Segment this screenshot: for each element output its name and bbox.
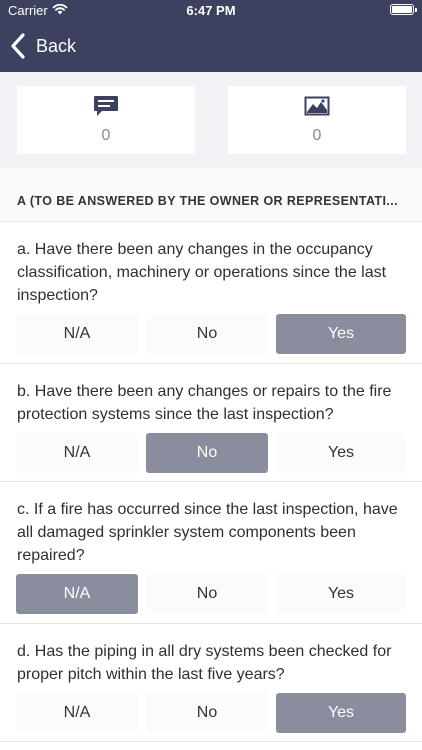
question-c: c. If a fire has occurred since the last…	[0, 482, 422, 624]
stats-bar: 0 0	[0, 72, 422, 168]
question-text: c. If a fire has occurred since the last…	[17, 501, 398, 564]
section-header: A (TO BE ANSWERED BY THE OWNER OR REPRES…	[0, 168, 422, 222]
question-a: a. Have there been any changes in the oc…	[0, 222, 422, 364]
option-no[interactable]: No	[146, 574, 268, 614]
images-count: 0	[312, 127, 322, 144]
option-na[interactable]: N/A	[16, 574, 138, 614]
comments-card[interactable]: 0	[17, 86, 195, 154]
question-text: b. Have there been any changes or repair…	[17, 383, 392, 423]
option-na[interactable]: N/A	[16, 314, 138, 354]
option-yes[interactable]: Yes	[276, 693, 406, 733]
question-list: a. Have there been any changes in the oc…	[0, 222, 422, 750]
question-b: b. Have there been any changes or repair…	[0, 364, 422, 482]
section-title: A (TO BE ANSWERED BY THE OWNER OR REPRES…	[17, 194, 398, 208]
option-na[interactable]: N/A	[16, 693, 138, 733]
option-yes[interactable]: Yes	[276, 433, 406, 473]
images-card[interactable]: 0	[228, 86, 406, 154]
option-no[interactable]: No	[146, 693, 268, 733]
question-d: d. Has the piping in all dry systems bee…	[0, 624, 422, 742]
question-text: d. Has the piping in all dry systems bee…	[17, 643, 392, 683]
back-button[interactable]: Back	[10, 30, 76, 62]
option-no[interactable]: No	[146, 433, 268, 473]
question-text: a. Have there been any changes in the oc…	[17, 241, 387, 304]
chevron-left-icon	[11, 33, 25, 59]
option-no[interactable]: No	[146, 314, 268, 354]
comment-icon	[94, 96, 118, 116]
clock: 6:47 PM	[186, 3, 236, 18]
option-na[interactable]: N/A	[16, 433, 138, 473]
option-yes[interactable]: Yes	[276, 574, 406, 614]
battery-icon	[390, 4, 417, 15]
back-label: Back	[36, 35, 77, 56]
option-yes[interactable]: Yes	[276, 314, 406, 354]
comments-count: 0	[101, 127, 111, 144]
image-icon	[304, 96, 330, 116]
status-bar: Carrier 6:47 PM	[0, 0, 422, 22]
nav-header: Carrier 6:47 PM Back	[0, 0, 422, 72]
